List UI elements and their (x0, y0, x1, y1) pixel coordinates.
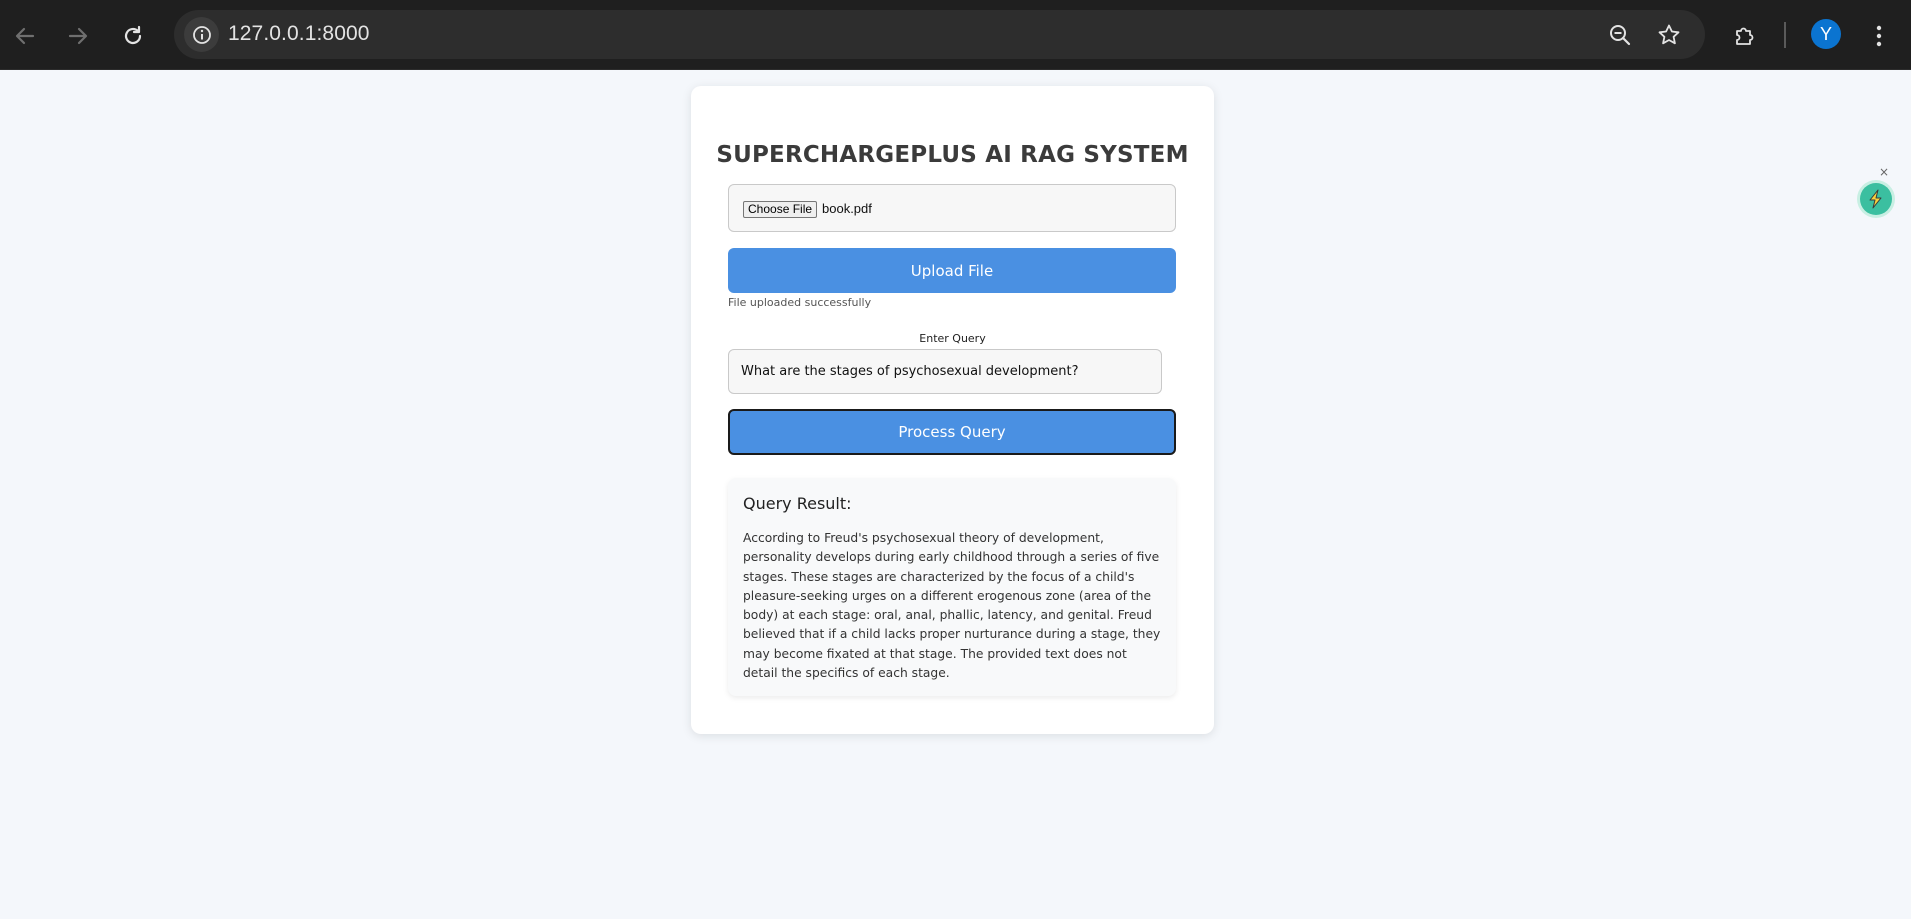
extensions-button[interactable] (1728, 19, 1762, 53)
info-icon (192, 25, 211, 44)
zoom-out-icon (1610, 25, 1631, 46)
query-result-panel: Query Result: According to Freud's psych… (728, 478, 1176, 696)
page-title: SUPERCHARGEPLUS AI RAG SYSTEM (716, 142, 1189, 168)
floating-widget-button[interactable] (1860, 183, 1892, 215)
url-text[interactable]: 127.0.0.1:8000 (228, 22, 370, 46)
arrow-forward-icon (68, 27, 88, 45)
browser-menu-button[interactable] (1862, 19, 1896, 53)
query-input[interactable]: What are the stages of psychosexual deve… (728, 349, 1162, 394)
selected-file-name: book.pdf (822, 201, 872, 216)
reload-icon (124, 25, 142, 45)
rag-card: SUPERCHARGEPLUS AI RAG SYSTEM Choose Fil… (691, 86, 1214, 734)
process-query-button[interactable]: Process Query (728, 409, 1176, 455)
reload-button[interactable] (116, 19, 150, 53)
forward-button[interactable] (61, 19, 95, 53)
zoom-button[interactable] (1605, 20, 1635, 50)
upload-status: File uploaded successfully (728, 296, 872, 309)
site-info-button[interactable] (184, 17, 219, 52)
file-input[interactable]: Choose File book.pdf (728, 184, 1176, 232)
result-text: According to Freud's psychosexual theory… (743, 531, 1161, 681)
result-heading: Query Result: (743, 494, 852, 513)
upload-file-button[interactable]: Upload File (728, 248, 1176, 293)
browser-toolbar: 127.0.0.1:8000 Y (0, 0, 1911, 70)
toolbar-divider (1784, 22, 1786, 48)
star-icon (1658, 24, 1680, 45)
address-bar[interactable]: 127.0.0.1:8000 (174, 10, 1705, 59)
choose-file-button[interactable]: Choose File (743, 201, 818, 218)
bookmark-button[interactable] (1654, 20, 1684, 50)
page-viewport: SUPERCHARGEPLUS AI RAG SYSTEM Choose Fil… (0, 70, 1911, 919)
kebab-menu-icon (1876, 25, 1882, 47)
arrow-back-icon (15, 27, 35, 45)
query-input-value: What are the stages of psychosexual deve… (741, 364, 1079, 379)
profile-avatar[interactable]: Y (1811, 19, 1841, 49)
back-button[interactable] (8, 19, 42, 53)
query-label: Enter Query (919, 332, 986, 345)
puzzle-icon (1736, 27, 1754, 45)
widget-close-button[interactable]: × (1879, 165, 1889, 179)
lightning-bolt-icon (1869, 189, 1882, 209)
